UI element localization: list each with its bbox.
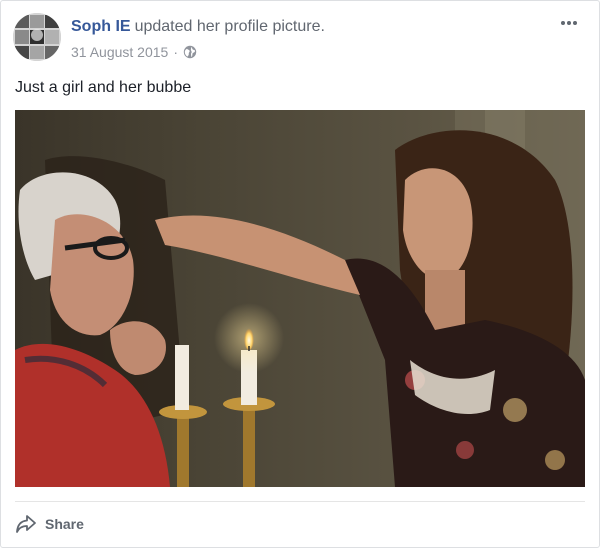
share-button[interactable]: Share bbox=[15, 511, 84, 537]
profile-avatar[interactable] bbox=[13, 13, 61, 61]
post-caption: Just a girl and her bubbe bbox=[15, 79, 192, 96]
post-header: Soph IE updated her profile picture. 31 A… bbox=[13, 13, 585, 65]
photo-image bbox=[15, 110, 585, 487]
share-label: Share bbox=[45, 516, 84, 532]
post-card: Soph IE updated her profile picture. 31 A… bbox=[0, 0, 600, 548]
post-timestamp[interactable]: 31 August 2015 bbox=[71, 44, 168, 60]
author-name-link[interactable]: Soph IE bbox=[71, 18, 131, 35]
post-photo[interactable] bbox=[15, 110, 585, 487]
globe-icon[interactable] bbox=[183, 45, 197, 59]
post-meta: 31 August 2015 · bbox=[71, 44, 197, 60]
more-options-icon[interactable] bbox=[557, 13, 581, 33]
post-action-text: updated her profile picture. bbox=[134, 18, 325, 35]
share-arrow-icon bbox=[16, 515, 36, 533]
author-line: Soph IE updated her profile picture. bbox=[71, 18, 325, 36]
meta-separator: · bbox=[173, 44, 178, 60]
post-divider bbox=[15, 501, 585, 502]
avatar-image bbox=[13, 13, 61, 61]
